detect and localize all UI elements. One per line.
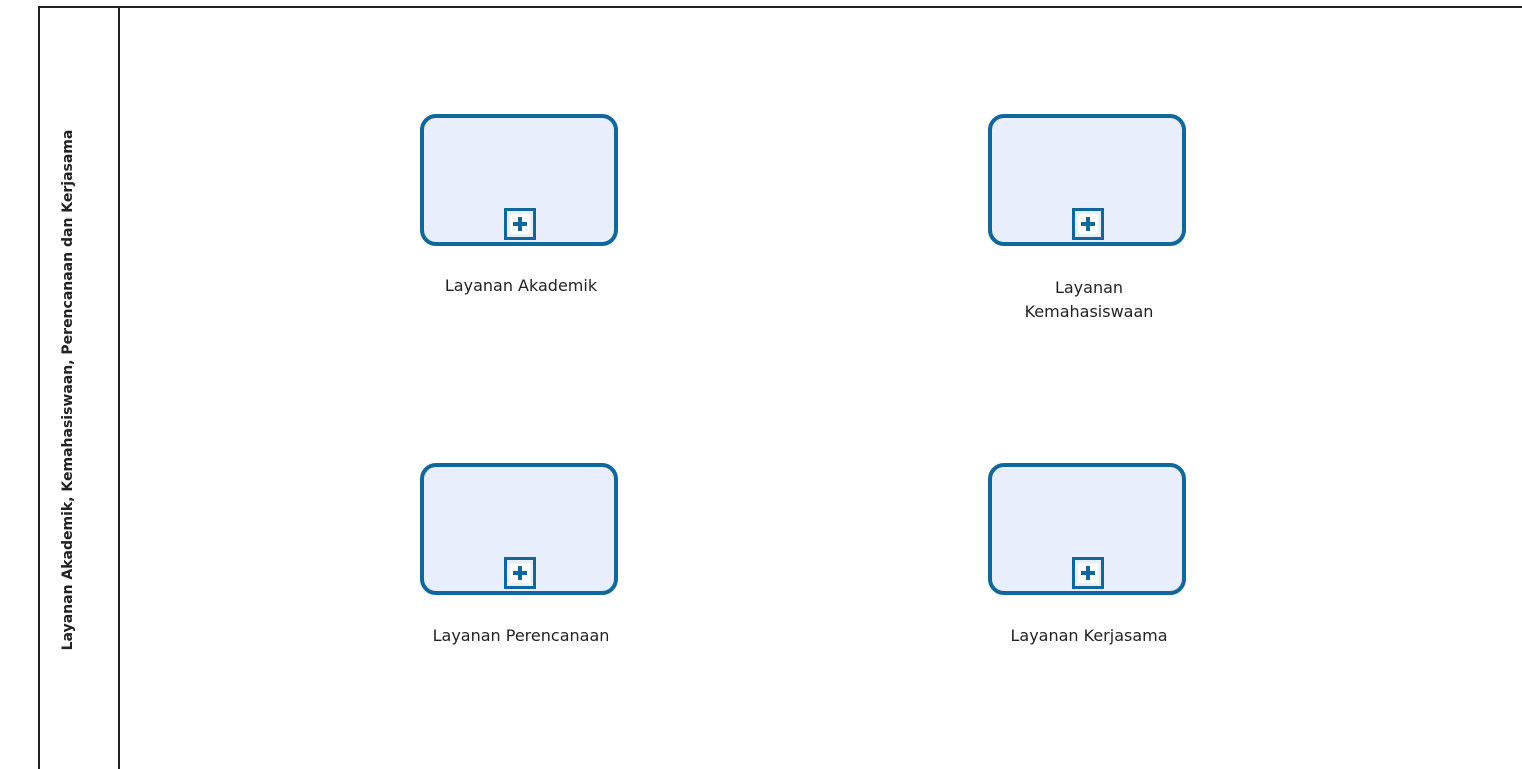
subprocess-label: Layanan Kerjasama: [959, 624, 1219, 648]
subprocess-label-line: Layanan: [1054, 278, 1124, 297]
plus-icon[interactable]: [504, 208, 536, 240]
subprocess-label: Layanan Perencanaan: [391, 624, 651, 648]
subprocess-label-line: Layanan Akademik: [444, 276, 598, 295]
subprocess-layanan-kerjasama[interactable]: [988, 463, 1186, 595]
plus-icon[interactable]: [504, 557, 536, 589]
subprocess-layanan-akademik[interactable]: [420, 114, 618, 246]
subprocess-label: Layanan Akademik: [391, 274, 651, 298]
lane-title: Layanan Akademik, Kemahasiswaan, Perenca…: [60, 129, 76, 651]
lane-header[interactable]: [38, 6, 120, 769]
pool: [38, 6, 1522, 769]
subprocess-label-line: Layanan Perencanaan: [432, 626, 610, 645]
subprocess-label: Layanan Kemahasiswaan: [959, 276, 1219, 324]
subprocess-label-line: Layanan Kerjasama: [1010, 626, 1168, 645]
subprocess-layanan-perencanaan[interactable]: [420, 463, 618, 595]
subprocess-layanan-kemahasiswaan[interactable]: [988, 114, 1186, 246]
plus-icon[interactable]: [1072, 557, 1104, 589]
subprocess-label-line: Kemahasiswaan: [1024, 302, 1154, 321]
bpmn-canvas: Layanan Akademik, Kemahasiswaan, Perenca…: [0, 0, 1522, 769]
plus-icon[interactable]: [1072, 208, 1104, 240]
